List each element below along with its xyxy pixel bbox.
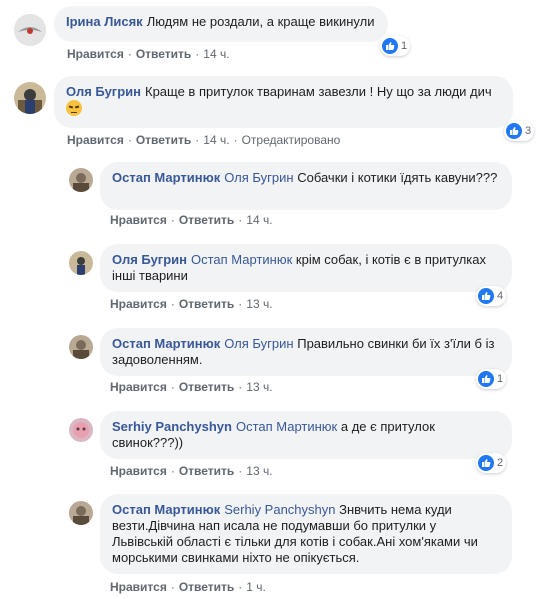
comment-author[interactable]: Serhiy Panchyshyn bbox=[112, 419, 232, 434]
like-link[interactable]: Нравится bbox=[67, 47, 124, 61]
like-link[interactable]: Нравится bbox=[110, 380, 167, 394]
comment-actions: Нравится · Ответить · 13 ч. bbox=[110, 380, 273, 394]
like-reaction-icon bbox=[478, 288, 494, 304]
reply-link[interactable]: Ответить bbox=[136, 47, 191, 61]
edited-label[interactable]: Отредактировано bbox=[242, 133, 341, 147]
comment-bubble: Оля Бугрин Краще в притулок тваринам заве… bbox=[54, 76, 513, 128]
comment-author[interactable]: Остап Мартинюк bbox=[112, 502, 220, 517]
mention-link[interactable]: Serhiy Panchyshyn bbox=[224, 502, 335, 517]
timestamp[interactable]: 14 ч. bbox=[203, 47, 229, 61]
comment-bubble: Остап Мартинюк Serhiy Panchyshyn Знвчить … bbox=[100, 494, 512, 574]
reply-link[interactable]: Ответить bbox=[179, 464, 234, 478]
timestamp[interactable]: 13 ч. bbox=[246, 464, 272, 478]
avatar[interactable] bbox=[69, 501, 93, 525]
like-link[interactable]: Нравится bbox=[110, 297, 167, 311]
reply-link[interactable]: Ответить bbox=[179, 213, 234, 227]
comment-actions: Нравится · Ответить · 13 ч. bbox=[110, 464, 273, 478]
like-reaction-icon bbox=[382, 38, 398, 54]
reaction-count[interactable]: 3 bbox=[504, 121, 535, 141]
mention-link[interactable]: Оля Бугрин bbox=[224, 336, 293, 351]
avatar[interactable] bbox=[69, 418, 93, 442]
timestamp[interactable]: 14 ч. bbox=[246, 213, 272, 227]
reaction-count[interactable]: 1 bbox=[380, 36, 411, 56]
timestamp[interactable]: 1 ч. bbox=[246, 580, 266, 594]
like-link[interactable]: Нравится bbox=[110, 213, 167, 227]
like-reaction-icon bbox=[478, 371, 494, 387]
timestamp[interactable]: 14 ч. bbox=[203, 133, 229, 147]
comment-author[interactable]: Ірина Лисяк bbox=[66, 14, 143, 29]
mention-link[interactable]: Остап Мартинюк bbox=[236, 419, 337, 434]
comment-actions: Нравится · Ответить · 14 ч. bbox=[110, 213, 273, 227]
mention-link[interactable]: Оля Бугрин bbox=[224, 170, 293, 185]
timestamp[interactable]: 13 ч. bbox=[246, 380, 272, 394]
like-link[interactable]: Нравится bbox=[110, 580, 167, 594]
comment-bubble: Остап Мартинюк Оля Бугрин Правильно свинк… bbox=[100, 328, 512, 376]
comment-author[interactable]: Оля Бугрин bbox=[66, 84, 141, 99]
reply-link[interactable]: Ответить bbox=[136, 133, 191, 147]
like-link[interactable]: Нравится bbox=[110, 464, 167, 478]
comment-bubble: Оля Бугрин Остап Мартинюк крім собак, і к… bbox=[100, 244, 512, 292]
reply-link[interactable]: Ответить bbox=[179, 297, 234, 311]
avatar[interactable] bbox=[14, 82, 46, 114]
reaction-count[interactable]: 1 bbox=[476, 369, 507, 389]
reaction-count[interactable]: 4 bbox=[476, 286, 507, 306]
comment-actions: Нравится · Ответить · 1 ч. bbox=[110, 580, 266, 594]
like-reaction-icon bbox=[478, 455, 494, 471]
reply-link[interactable]: Ответить bbox=[179, 380, 234, 394]
pensive-face-icon bbox=[66, 100, 82, 116]
like-link[interactable]: Нравится bbox=[67, 133, 124, 147]
comment-bubble: Ірина Лисяк Людям не роздали, а краще вик… bbox=[54, 6, 388, 42]
timestamp[interactable]: 13 ч. bbox=[246, 297, 272, 311]
reaction-count[interactable]: 2 bbox=[476, 453, 507, 473]
comment-actions: Нравится · Ответить · 14 ч. · Отредактировано bbox=[67, 133, 341, 147]
comment-text: Краще в притулок тваринам завезли ! Ну щ… bbox=[145, 84, 492, 99]
comment-actions: Нравится · Ответить · 14 ч. bbox=[67, 47, 230, 61]
avatar[interactable] bbox=[69, 168, 93, 192]
avatar[interactable] bbox=[14, 14, 46, 46]
comment-bubble: Остап Мартинюк Оля Бугрин Собачки і котик… bbox=[100, 162, 512, 210]
like-reaction-icon bbox=[506, 123, 522, 139]
comment-text: Собачки і котики їдять кавуни??? bbox=[297, 170, 498, 185]
mention-link[interactable]: Остап Мартинюк bbox=[191, 252, 292, 267]
reply-link[interactable]: Ответить bbox=[179, 580, 234, 594]
avatar[interactable] bbox=[69, 251, 93, 275]
comment-bubble: Serhiy Panchyshyn Остап Мартинюк а де є п… bbox=[100, 411, 512, 459]
avatar[interactable] bbox=[69, 335, 93, 359]
comment-author[interactable]: Оля Бугрин bbox=[112, 252, 187, 267]
comment-text: Людям не роздали, а краще викинули bbox=[146, 14, 375, 29]
comment-author[interactable]: Остап Мартинюк bbox=[112, 336, 220, 351]
comment-actions: Нравится · Ответить · 13 ч. bbox=[110, 297, 273, 311]
comment-author[interactable]: Остап Мартинюк bbox=[112, 170, 220, 185]
